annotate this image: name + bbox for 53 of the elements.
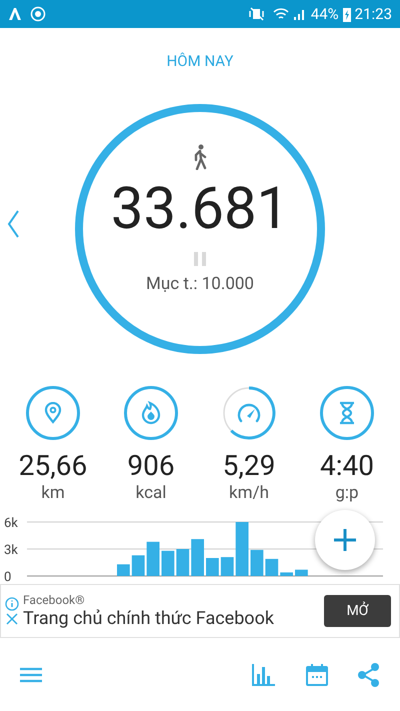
bar: [295, 570, 308, 576]
bar: [117, 564, 130, 576]
stat-unit: km: [41, 483, 65, 504]
y-tick-label: 3k: [4, 543, 18, 558]
bar: [236, 522, 248, 576]
bar: [162, 551, 174, 576]
calendar-icon[interactable]: [306, 664, 328, 686]
stat-value: 4:40: [320, 448, 374, 483]
ad-headline: Trang chủ chính thức Facebook: [23, 608, 275, 630]
speedometer-icon: [236, 402, 262, 424]
y-tick-label: 0: [4, 570, 12, 584]
ad-advertiser: Facebook®: [23, 592, 86, 608]
bar: [220, 557, 234, 576]
bar: [146, 542, 160, 576]
bar: [132, 556, 145, 576]
wifi-icon: [272, 7, 289, 21]
pause-icon[interactable]: [194, 252, 206, 266]
logo-icon: [8, 7, 22, 21]
previous-chevron-icon[interactable]: [6, 209, 20, 239]
close-icon[interactable]: [6, 613, 18, 626]
y-tick-label: 6k: [4, 516, 18, 532]
stat-value: 5,29: [222, 448, 276, 483]
vibrate-mute-icon: [248, 7, 265, 21]
step-count: 33.681: [110, 180, 290, 238]
speed-gauge-ring: [222, 386, 276, 440]
clock: 21:23: [354, 4, 392, 25]
stat-value: 25,66: [18, 448, 88, 483]
battery-percent: 44%: [310, 4, 339, 25]
add-button[interactable]: [315, 510, 375, 570]
menu-icon[interactable]: [20, 666, 42, 683]
camera-lens-icon: [30, 6, 46, 22]
info-icon[interactable]: [5, 597, 19, 612]
plus-icon: [333, 528, 357, 552]
flame-icon: [140, 401, 162, 425]
open-button[interactable]: MỞ: [324, 595, 391, 628]
day-title: HÔM NAY: [166, 50, 234, 72]
bar: [206, 558, 219, 576]
signal-icon: [292, 7, 307, 21]
bar: [265, 559, 278, 576]
stat-unit: kcal: [136, 483, 166, 504]
stat-unit: g:p: [335, 483, 359, 504]
share-icon[interactable]: [358, 662, 380, 687]
bar: [191, 539, 204, 576]
stat-value: 906: [127, 448, 175, 483]
bar: [250, 550, 264, 576]
battery-icon: [342, 6, 351, 22]
location-pin-icon: [44, 402, 62, 424]
bar: [176, 549, 190, 576]
hourglass-icon: [338, 401, 356, 425]
bar-chart-icon[interactable]: [252, 664, 276, 686]
stat-unit: km/h: [229, 483, 269, 504]
step-goal: Mục t.: 10.000: [146, 273, 254, 296]
bar: [280, 572, 293, 576]
